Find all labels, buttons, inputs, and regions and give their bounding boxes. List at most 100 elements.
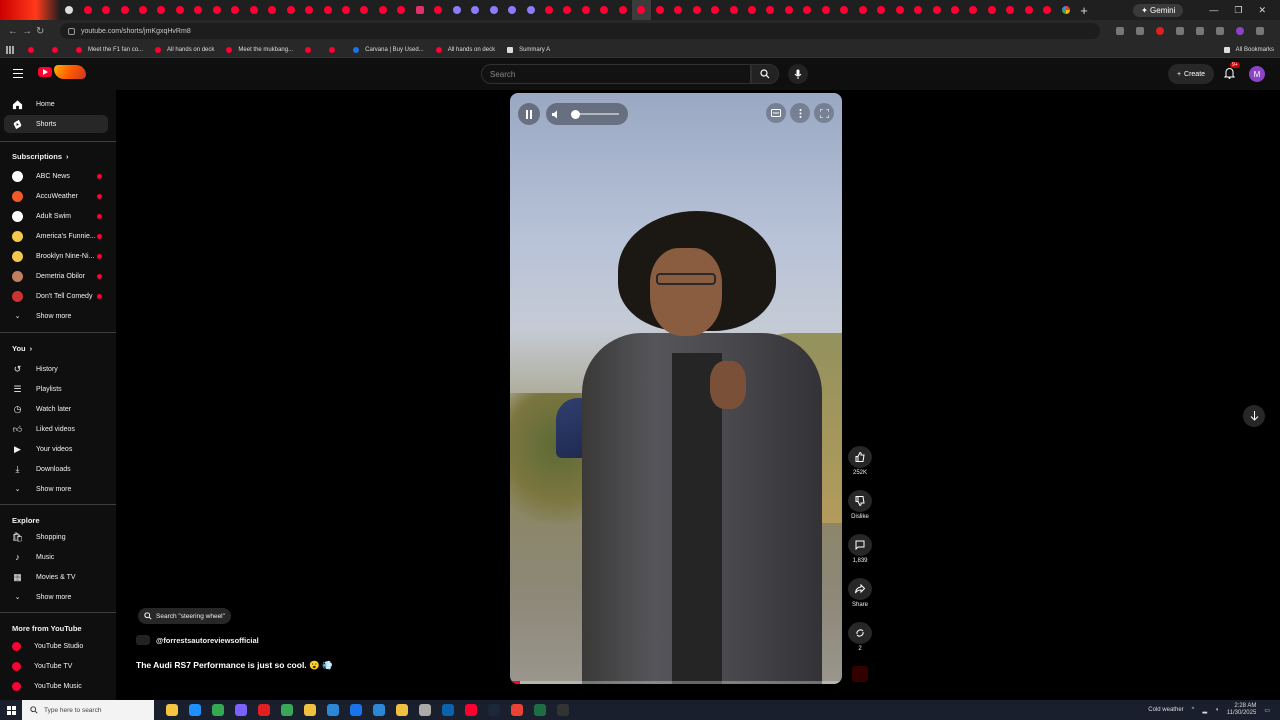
sidebar-item-history[interactable]: ↺ History: [4, 360, 108, 378]
browser-tab[interactable]: [558, 0, 576, 20]
channel-avatar[interactable]: [136, 635, 150, 645]
sidebar-item-movies-tv[interactable]: ▦ Movies & TV: [4, 568, 108, 586]
browser-tab[interactable]: [1038, 0, 1056, 20]
sidebar-item-channel[interactable]: Demetria Obilor: [4, 267, 108, 285]
fullscreen-button[interactable]: [814, 103, 834, 123]
browser-tab[interactable]: [521, 0, 539, 20]
copilot-icon[interactable]: [166, 704, 178, 716]
bookmark-yt-4[interactable]: [329, 46, 341, 53]
browser-tab[interactable]: [651, 0, 669, 20]
create-button[interactable]: + Create: [1168, 64, 1214, 84]
sidebar-item-your-videos[interactable]: ▶ Your videos: [4, 440, 108, 458]
bookmark-yt-1[interactable]: [28, 46, 40, 53]
browser-tab[interactable]: [1001, 0, 1019, 20]
tray-arrow-icon[interactable]: ^: [1192, 707, 1195, 713]
captions-button[interactable]: [766, 103, 786, 123]
voice-search-button[interactable]: [788, 64, 808, 84]
opera-icon[interactable]: [258, 704, 270, 716]
browser-tab[interactable]: [983, 0, 1001, 20]
outlook-icon[interactable]: [442, 704, 454, 716]
youtube-doodle-logo[interactable]: [54, 65, 86, 79]
steam-icon[interactable]: [488, 704, 500, 716]
bookmark-yt-2[interactable]: [52, 46, 64, 53]
browser-tab[interactable]: [60, 0, 78, 20]
file-explorer-icon[interactable]: [304, 704, 316, 716]
sidebar-item-liked-videos[interactable]: 👍︎ Liked videos: [4, 420, 108, 438]
paint-icon[interactable]: [327, 704, 339, 716]
taskbar-search-input[interactable]: Type here to search: [22, 700, 154, 720]
sidebar-item-downloads[interactable]: ⤓ Downloads: [4, 460, 108, 478]
bookmark-item[interactable]: Meet the F1 fan co...: [76, 46, 143, 53]
browser-tab[interactable]: [780, 0, 798, 20]
browser-menu-icon[interactable]: [1256, 27, 1264, 35]
notifications-button[interactable]: [1222, 66, 1236, 80]
excel-icon[interactable]: [534, 704, 546, 716]
browser-tab[interactable]: [540, 0, 558, 20]
shorts-video-player[interactable]: [510, 93, 842, 684]
volume-control[interactable]: [546, 103, 628, 125]
sidebar-item-channel[interactable]: ABC News: [4, 167, 108, 185]
sidebar-item-youtube-tv[interactable]: YouTube TV: [4, 657, 108, 675]
browser-tab[interactable]: [817, 0, 835, 20]
minimize-icon[interactable]: —: [1209, 5, 1218, 16]
browser-tab[interactable]: [927, 0, 945, 20]
browser-tab[interactable]: [595, 0, 613, 20]
sidebar-item-channel[interactable]: AccuWeather: [4, 187, 108, 205]
sidebar-item-channel[interactable]: Brooklyn Nine-Ni...: [4, 247, 108, 265]
new-tab-button[interactable]: +: [1075, 3, 1093, 18]
browser-tab[interactable]: [798, 0, 816, 20]
site-info-icon[interactable]: [68, 27, 75, 35]
browser-tab[interactable]: [669, 0, 687, 20]
dislike-button[interactable]: [848, 490, 872, 512]
forward-icon[interactable]: →: [22, 26, 36, 37]
browser-tab[interactable]: [577, 0, 595, 20]
clock[interactable]: 2:28 AM 11/30/2025: [1227, 703, 1257, 717]
search-input[interactable]: Search: [481, 64, 751, 84]
video-progress-bar[interactable]: [510, 681, 842, 684]
split-view-icon[interactable]: [1216, 27, 1224, 35]
sidebar-item-youtube-studio[interactable]: YouTube Studio: [4, 637, 108, 655]
account-avatar[interactable]: M: [1249, 66, 1265, 82]
browser-tab[interactable]: [300, 0, 318, 20]
sidebar-item-shopping[interactable]: 🛍︎ Shopping: [4, 528, 108, 546]
sidebar-item-watch-later[interactable]: ◷ Watch later: [4, 400, 108, 418]
browser-tab[interactable]: [263, 0, 281, 20]
bookmark-item[interactable]: All hands on deck: [155, 46, 214, 53]
bookmark-item[interactable]: Carvana | Buy Used...: [353, 46, 424, 53]
bookmark-yt-3[interactable]: [305, 46, 317, 53]
browser-tab[interactable]: [134, 0, 152, 20]
weather-text[interactable]: Cold weather: [1148, 707, 1183, 713]
terminal-icon[interactable]: [557, 704, 569, 716]
you-heading[interactable]: You ›: [12, 344, 32, 353]
edge-icon[interactable]: [189, 704, 201, 716]
sidebar-item-channel[interactable]: Don't Tell Comedy: [4, 287, 108, 305]
browser-tab[interactable]: [614, 0, 632, 20]
youtube-logo-icon[interactable]: [38, 67, 52, 77]
extension-icon[interactable]: [1156, 27, 1164, 35]
settings-icon[interactable]: [419, 704, 431, 716]
browser-tab[interactable]: [171, 0, 189, 20]
remix-button[interactable]: [848, 622, 872, 644]
restore-icon[interactable]: ❐: [1234, 5, 1242, 16]
browser-tab[interactable]: [152, 0, 170, 20]
sidebar-item-youtube-music[interactable]: YouTube Music: [4, 677, 108, 695]
volume-slider[interactable]: [579, 113, 619, 115]
sidebar-item-channel[interactable]: America's Funnie...: [4, 227, 108, 245]
browser-tab[interactable]: [78, 0, 96, 20]
install-app-icon[interactable]: [1116, 27, 1124, 35]
show-more-explore[interactable]: ⌄ Show more: [4, 588, 108, 606]
profile-avatar-icon[interactable]: [1236, 27, 1244, 35]
browser-tab[interactable]: [448, 0, 466, 20]
channel-info[interactable]: @forrestsautoreviewsofficial: [136, 635, 259, 645]
browser-tab[interactable]: [890, 0, 908, 20]
browser-tab[interactable]: [392, 0, 410, 20]
browser-tab[interactable]: [761, 0, 779, 20]
reload-icon[interactable]: ↻: [36, 26, 50, 37]
sidebar-item-home[interactable]: Home: [4, 95, 108, 113]
browser-tab[interactable]: [632, 0, 651, 20]
notification-center-icon[interactable]: ▭: [1264, 707, 1270, 714]
close-window-icon[interactable]: ✕: [1258, 5, 1266, 16]
browser-tab[interactable]: [318, 0, 336, 20]
browser-tab[interactable]: [1020, 0, 1038, 20]
pause-button[interactable]: [518, 103, 540, 125]
